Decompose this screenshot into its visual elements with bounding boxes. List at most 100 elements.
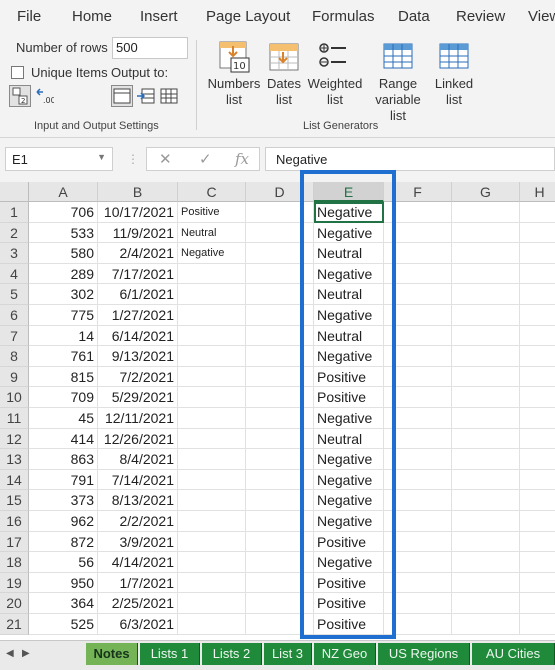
cell-a[interactable]: 580: [29, 243, 98, 264]
cell-c[interactable]: [178, 263, 246, 285]
column-header-h[interactable]: H: [520, 182, 555, 202]
cell-d[interactable]: [246, 408, 314, 429]
cell-b[interactable]: 7/14/2021: [98, 469, 178, 491]
cancel-icon[interactable]: ✕: [159, 150, 172, 168]
row-header[interactable]: 8: [0, 346, 29, 367]
cell-g[interactable]: [452, 346, 520, 367]
tab-list-3[interactable]: List 3: [264, 643, 312, 665]
cell-h[interactable]: [520, 408, 555, 429]
cell-b[interactable]: 4/14/2021: [98, 552, 178, 573]
menu-page-layout[interactable]: Page Layout: [206, 8, 290, 25]
cell-h[interactable]: [520, 223, 555, 244]
column-header-e[interactable]: E: [314, 182, 384, 202]
tab-au-cities[interactable]: AU Cities: [472, 643, 555, 665]
cell-c[interactable]: [178, 325, 246, 347]
cell-d[interactable]: [246, 428, 314, 450]
row-header[interactable]: 4: [0, 263, 29, 285]
cell-f[interactable]: [384, 325, 452, 347]
cell-f[interactable]: [384, 552, 452, 573]
cell-a[interactable]: 761: [29, 346, 98, 367]
cell-c[interactable]: [178, 428, 246, 450]
cell-b[interactable]: 2/25/2021: [98, 593, 178, 614]
cell-g[interactable]: [452, 222, 520, 244]
cell-a[interactable]: 950: [29, 572, 98, 594]
row-header[interactable]: 7: [0, 325, 29, 347]
cell-e[interactable]: Neutral: [314, 428, 384, 450]
cell-h[interactable]: [520, 449, 555, 470]
cell-b[interactable]: 6/14/2021: [98, 325, 178, 347]
row-header[interactable]: 5: [0, 284, 29, 305]
cell-h[interactable]: [520, 305, 555, 326]
cell-e[interactable]: Negative: [314, 202, 384, 223]
cell-c[interactable]: [178, 552, 246, 573]
cell-c[interactable]: [178, 614, 246, 635]
cell-h[interactable]: [520, 264, 555, 285]
cell-f[interactable]: [384, 284, 452, 305]
row-header[interactable]: 1: [0, 202, 29, 223]
cell-c[interactable]: [178, 511, 246, 532]
cell-h[interactable]: [520, 490, 555, 511]
tab-nz-geo[interactable]: NZ Geo: [314, 643, 376, 665]
cell-e[interactable]: Negative: [314, 511, 384, 532]
cell-a[interactable]: 863: [29, 449, 98, 470]
cell-g[interactable]: [452, 531, 520, 553]
cell-c[interactable]: [178, 305, 246, 326]
menu-formulas[interactable]: Formulas: [312, 8, 375, 25]
cell-f[interactable]: [384, 614, 452, 635]
chevron-down-icon[interactable]: ▼: [97, 152, 106, 162]
enter-icon[interactable]: ✓: [199, 150, 212, 168]
cell-f[interactable]: [384, 449, 452, 470]
cell-a[interactable]: 775: [29, 305, 98, 326]
cell-d[interactable]: [246, 572, 314, 594]
cell-a[interactable]: 289: [29, 263, 98, 285]
cell-e[interactable]: Negative: [314, 346, 384, 367]
cell-g[interactable]: [452, 284, 520, 305]
cell-e[interactable]: Negative: [314, 263, 384, 285]
cell-f[interactable]: [384, 428, 452, 450]
cell-g[interactable]: [452, 243, 520, 264]
cell-c[interactable]: [178, 346, 246, 367]
row-header[interactable]: 19: [0, 572, 29, 594]
formula-input[interactable]: Negative: [265, 147, 555, 171]
row-header[interactable]: 11: [0, 408, 29, 429]
menu-home[interactable]: Home: [72, 8, 112, 25]
cell-g[interactable]: [452, 202, 520, 223]
cell-e[interactable]: Positive: [314, 387, 384, 408]
worksheet-grid[interactable]: A B C D E F G H 1 706 10/17/2021 Positive Ne…: [0, 182, 555, 640]
cell-e[interactable]: Neutral: [314, 243, 384, 264]
cell-b[interactable]: 6/1/2021: [98, 284, 178, 305]
cell-e[interactable]: Positive: [314, 531, 384, 553]
cell-b[interactable]: 5/29/2021: [98, 387, 178, 408]
tab-lists-1[interactable]: Lists 1: [140, 643, 200, 665]
cell-f[interactable]: [384, 490, 452, 511]
cell-a[interactable]: 302: [29, 284, 98, 305]
cell-f[interactable]: [384, 469, 452, 491]
row-header[interactable]: 16: [0, 511, 29, 532]
cell-g[interactable]: [452, 469, 520, 491]
cell-b[interactable]: 2/2/2021: [98, 511, 178, 532]
cell-g[interactable]: [452, 614, 520, 635]
tab-scroll-left-icon[interactable]: ◀: [6, 648, 14, 659]
row-header[interactable]: 20: [0, 593, 29, 614]
cell-h[interactable]: [520, 470, 555, 491]
cell-h[interactable]: [520, 346, 555, 367]
cell-d[interactable]: [246, 346, 314, 367]
row-header[interactable]: 10: [0, 387, 29, 408]
cell-a[interactable]: 56: [29, 552, 98, 573]
cell-a[interactable]: 815: [29, 366, 98, 388]
tab-us-regions[interactable]: US Regions: [378, 643, 470, 665]
select-all-corner[interactable]: [0, 182, 29, 202]
cell-d[interactable]: [246, 305, 314, 326]
cell-g[interactable]: [452, 490, 520, 511]
cell-c[interactable]: [178, 469, 246, 491]
cell-e[interactable]: Neutral: [314, 284, 384, 305]
cell-a[interactable]: 373: [29, 490, 98, 511]
cell-e[interactable]: Positive: [314, 614, 384, 635]
cell-c[interactable]: [178, 284, 246, 305]
output-columns-icon[interactable]: [158, 85, 180, 107]
cell-g[interactable]: [452, 387, 520, 408]
cell-e[interactable]: Negative: [314, 469, 384, 491]
cell-f[interactable]: [384, 387, 452, 408]
column-header-b[interactable]: B: [98, 182, 178, 202]
cell-b[interactable]: 6/3/2021: [98, 614, 178, 635]
